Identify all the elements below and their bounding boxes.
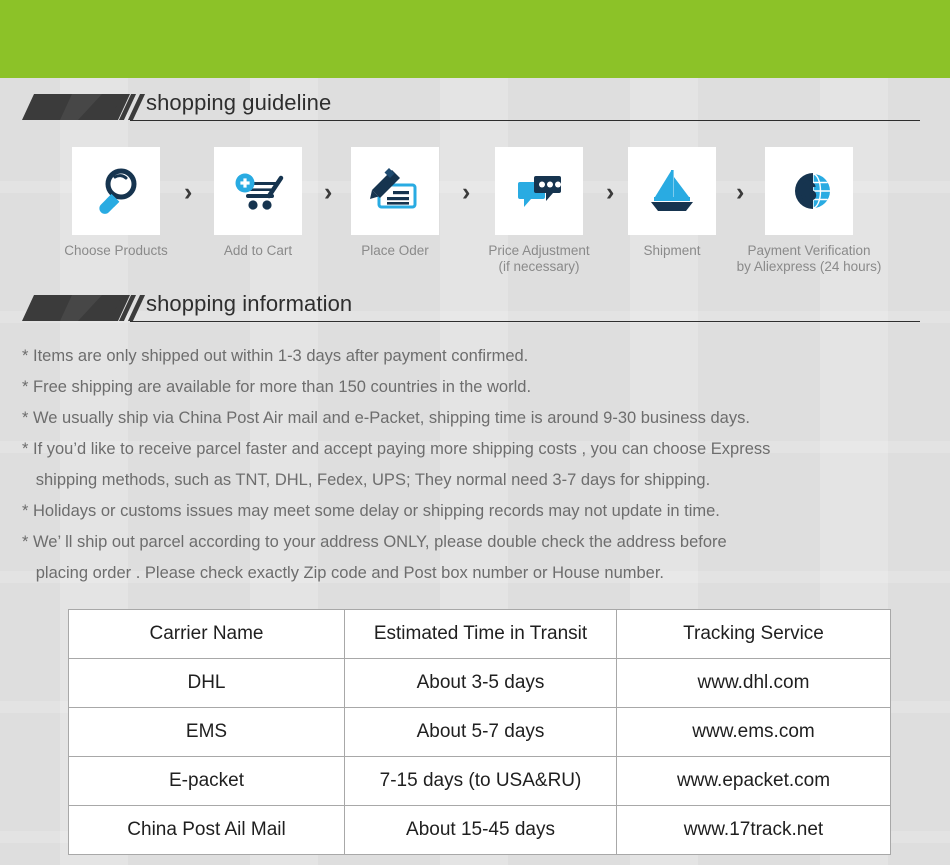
- step-label: Choose Products: [64, 243, 168, 258]
- step-icon-box: [214, 147, 302, 235]
- table-cell-transit: About 3-5 days: [344, 658, 617, 708]
- table-row: DHL About 3-5 days www.dhl.com: [68, 658, 891, 708]
- step-shipment[interactable]: Shipment: [592, 140, 752, 259]
- info-line: * We usually ship via China Post Air mai…: [22, 409, 750, 427]
- cart-plus-icon: [235, 173, 284, 210]
- shopping-steps: Choose Products › Add to Cart › Place Od…: [0, 140, 950, 280]
- table-cell-carrier: E-packet: [68, 756, 345, 806]
- table-row: China Post Ail Mail About 15-45 days www…: [68, 805, 891, 855]
- table-header-cell: Carrier Name: [68, 609, 345, 659]
- info-line: placing order . Please check exactly Zip…: [22, 564, 665, 582]
- info-line: * We’ ll ship out parcel according to yo…: [22, 533, 727, 551]
- table-cell-tracking[interactable]: www.ems.com: [616, 707, 891, 757]
- section-header-information: shopping information: [0, 291, 950, 327]
- step-icon-box: $: [765, 147, 853, 235]
- dollar-globe-icon: $: [795, 173, 830, 209]
- table-row: E-packet 7-15 days (to USA&RU) www.epack…: [68, 756, 891, 806]
- heading-rule: [130, 120, 920, 121]
- table-cell-transit: 7-15 days (to USA&RU): [344, 756, 617, 806]
- heading-slashes-icon: [109, 295, 150, 321]
- step-icon-box: [495, 147, 583, 235]
- heading-rule: [130, 321, 920, 322]
- table-header-cell: Estimated Time in Transit: [344, 609, 617, 659]
- step-icon-box: [72, 147, 160, 235]
- info-line: * If you’d like to receive parcel faster…: [22, 440, 771, 458]
- step-label: Payment Verification by Aliexpress (24 h…: [736, 243, 882, 274]
- promo-page: shopping guideline Choose Products › Add…: [0, 0, 950, 865]
- sailboat-icon: [651, 170, 693, 211]
- step-choose-products[interactable]: Choose Products: [36, 140, 196, 259]
- step-icon-box: [628, 147, 716, 235]
- info-line: * Items are only shipped out within 1-3 …: [22, 347, 529, 365]
- step-add-to-cart[interactable]: Add to Cart: [178, 140, 338, 259]
- table-cell-transit: About 15-45 days: [344, 805, 617, 855]
- table-header-cell: Tracking Service: [616, 609, 891, 659]
- pen-check-icon: [370, 168, 417, 209]
- info-line: * Free shipping are available for more t…: [22, 378, 532, 396]
- table-cell-tracking[interactable]: www.epacket.com: [616, 756, 891, 806]
- section-header-guideline: shopping guideline: [0, 90, 950, 126]
- table-cell-transit: About 5-7 days: [344, 707, 617, 757]
- magnifier-icon: [99, 168, 137, 214]
- green-banner: [0, 0, 950, 78]
- step-place-order[interactable]: Place Oder: [315, 140, 475, 259]
- step-icon-box: [351, 147, 439, 235]
- table-cell-carrier: China Post Ail Mail: [68, 805, 345, 855]
- svg-text:$: $: [801, 176, 817, 207]
- info-line: shipping methods, such as TNT, DHL, Fede…: [22, 471, 711, 489]
- step-payment-verification[interactable]: $ Payment Verification by Aliexpress (24…: [729, 140, 889, 275]
- step-label: Place Oder: [361, 243, 429, 258]
- table-cell-tracking[interactable]: www.17track.net: [616, 805, 891, 855]
- table-header-row: Carrier Name Estimated Time in Transit T…: [68, 609, 891, 659]
- section-title-guideline: shopping guideline: [146, 90, 332, 115]
- table-cell-tracking[interactable]: www.dhl.com: [616, 658, 891, 708]
- step-label: Shipment: [643, 243, 701, 258]
- step-label: Add to Cart: [223, 243, 293, 258]
- shipping-info-list: * Items are only shipped out within 1-3 …: [22, 341, 928, 589]
- info-line: * Holidays or customs issues may meet so…: [22, 502, 720, 520]
- table-row: EMS About 5-7 days www.ems.com: [68, 707, 891, 757]
- section-title-information: shopping information: [146, 291, 353, 316]
- table-cell-carrier: DHL: [68, 658, 345, 708]
- table-cell-carrier: EMS: [68, 707, 345, 757]
- carrier-table: Carrier Name Estimated Time in Transit T…: [68, 609, 891, 855]
- chat-bubbles-icon: [518, 176, 561, 207]
- heading-slashes-icon: [109, 94, 150, 120]
